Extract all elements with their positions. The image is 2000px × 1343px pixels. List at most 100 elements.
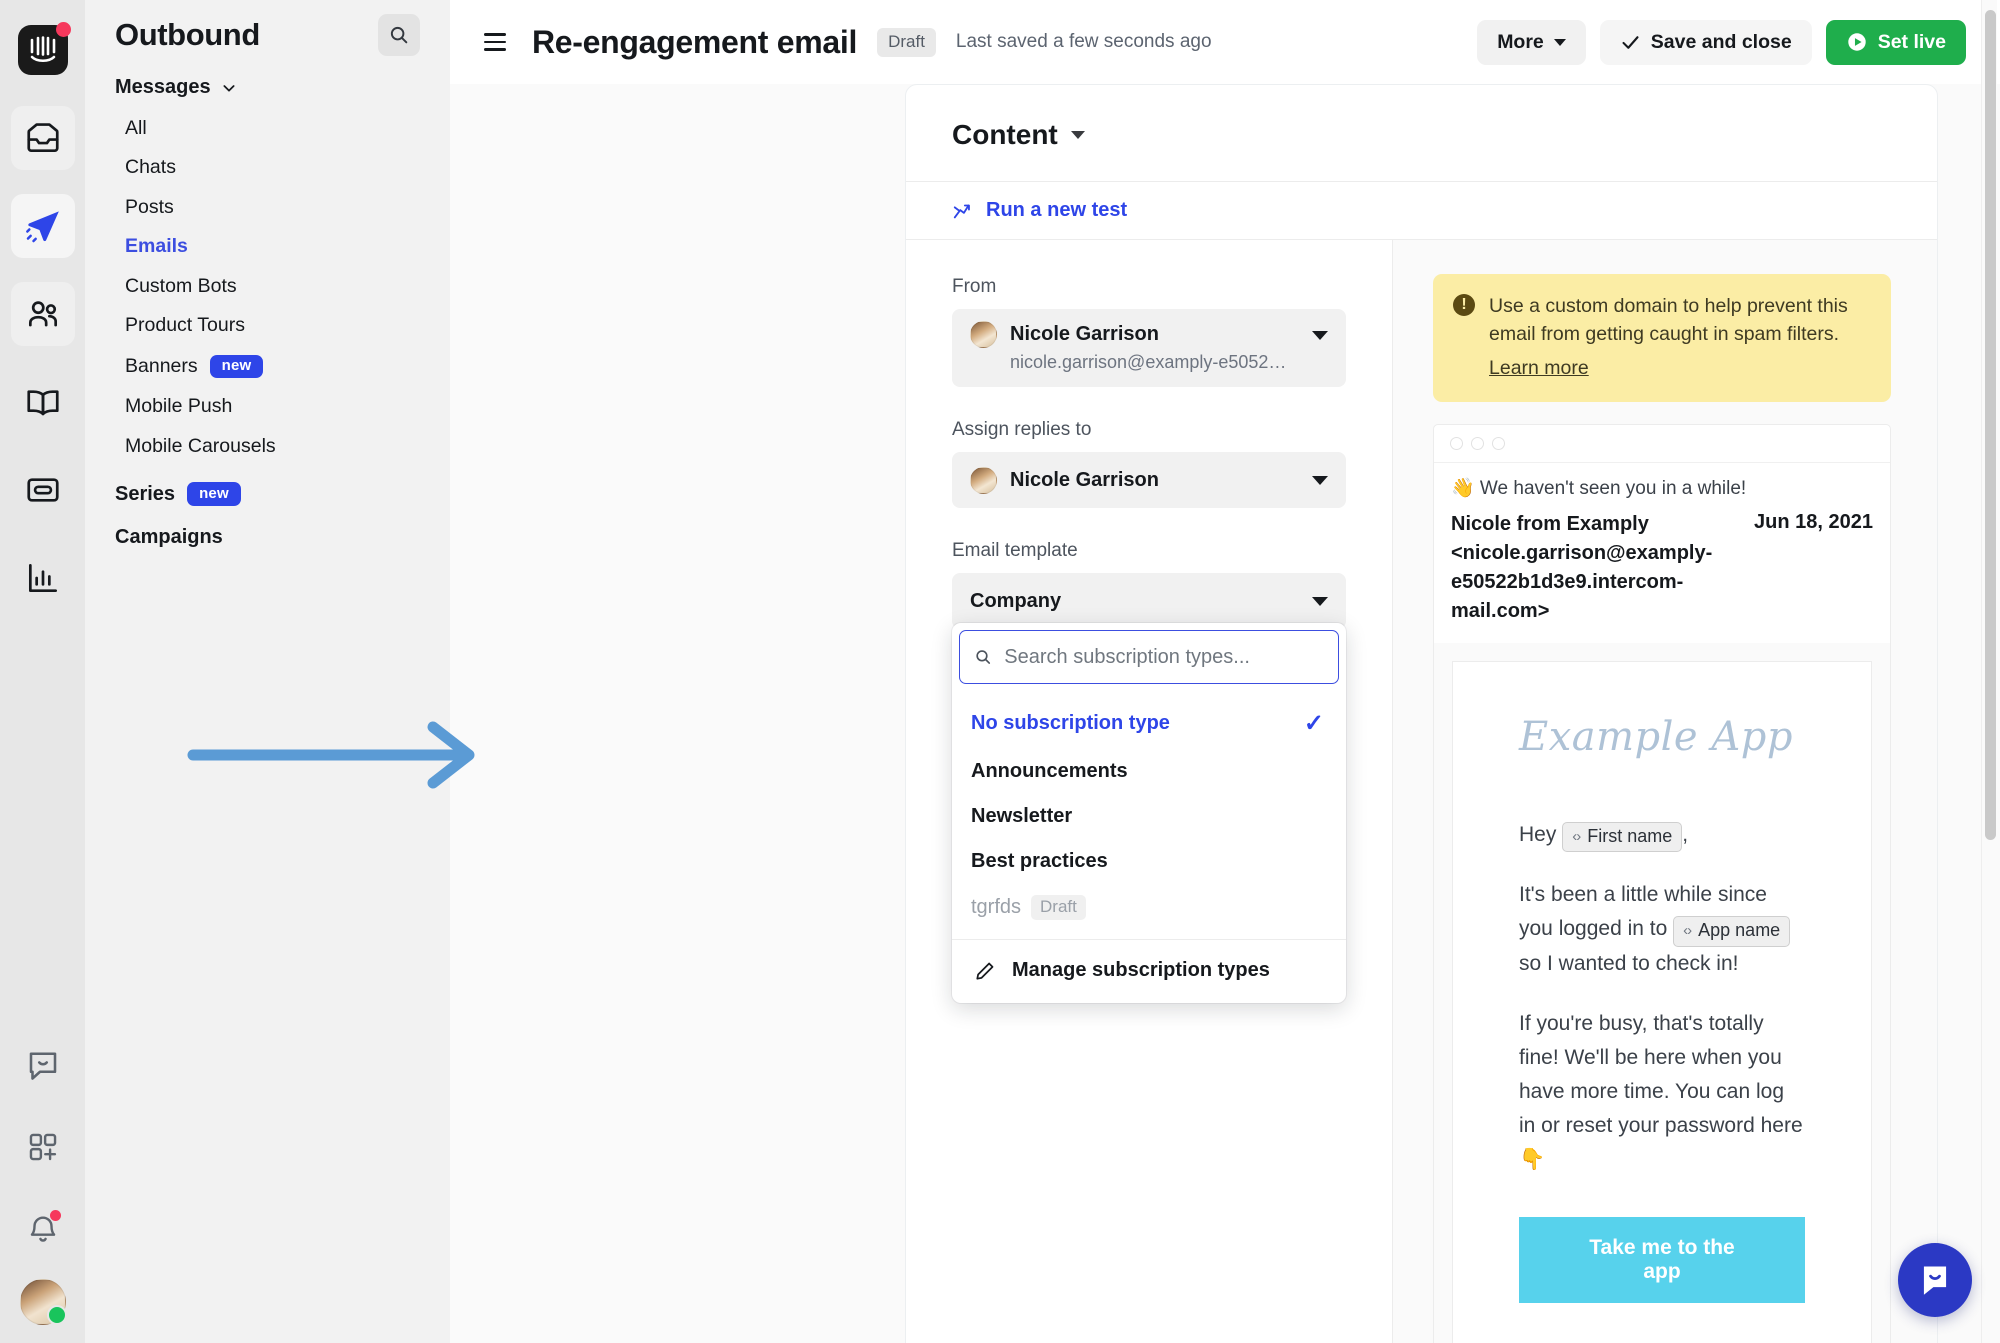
sidebar-item-all[interactable]: All bbox=[85, 109, 450, 148]
ab-test-icon bbox=[953, 204, 970, 218]
rail-item-inbox[interactable] bbox=[10, 106, 75, 170]
sidebar-item-mobile-carousels[interactable]: Mobile Carousels bbox=[85, 427, 450, 466]
sidebar-item-label: Mobile Push bbox=[125, 395, 233, 418]
rail-item-apps[interactable] bbox=[11, 1115, 75, 1179]
dropdown-option-label: tgrfds bbox=[971, 896, 1022, 918]
more-button-label: More bbox=[1497, 30, 1544, 53]
window-dot bbox=[1492, 436, 1505, 450]
logo-notification-dot bbox=[55, 22, 71, 37]
subscription-search-input[interactable] bbox=[1004, 645, 1324, 669]
take-me-to-the-app-button[interactable]: Take me to the app bbox=[1519, 1216, 1805, 1303]
chevron-down-icon bbox=[1553, 38, 1566, 46]
email-header: 👋 We haven't seen you in a while! Nicole… bbox=[1434, 463, 1890, 643]
intercom-logo[interactable] bbox=[11, 18, 75, 82]
chevron-down-icon bbox=[1312, 331, 1328, 340]
set-live-button[interactable]: Set live bbox=[1825, 19, 1966, 65]
rail-item-articles[interactable] bbox=[11, 370, 75, 434]
from-value: Nicole Garrison bbox=[1010, 323, 1159, 345]
app-rail bbox=[0, 0, 85, 1343]
sidebar: Outbound Messages All Chats Posts Emails… bbox=[85, 0, 450, 1343]
dropdown-option-best-practices[interactable]: Best practices bbox=[952, 839, 1346, 884]
rail-item-outbound[interactable] bbox=[10, 194, 75, 258]
sidebar-section-label: Campaigns bbox=[115, 526, 223, 548]
code-icon: ‹› bbox=[1572, 827, 1581, 845]
outbound-messages-icon bbox=[26, 478, 59, 502]
dropdown-option-tgrfds[interactable]: tgrfds Draft bbox=[952, 884, 1346, 931]
dropdown-option-no-subscription-type[interactable]: No subscription type ✓ bbox=[952, 698, 1346, 749]
chevron-down-icon bbox=[1312, 475, 1328, 485]
content-section-toggle[interactable]: Content bbox=[952, 119, 1085, 151]
sidebar-item-custom-bots[interactable]: Custom Bots bbox=[85, 267, 450, 306]
page-scrollbar-thumb[interactable] bbox=[1985, 10, 1996, 840]
subscription-search-box[interactable] bbox=[959, 630, 1339, 684]
merge-token-app-name[interactable]: ‹› App name bbox=[1673, 916, 1791, 947]
hamburger-icon[interactable] bbox=[484, 33, 506, 51]
content-section-title: Content bbox=[952, 119, 1058, 150]
rail-item-notifications[interactable] bbox=[11, 1197, 75, 1261]
sidebar-search-button[interactable] bbox=[378, 14, 420, 56]
dropdown-option-newsletter[interactable]: Newsletter bbox=[952, 794, 1346, 839]
preview-window-chrome bbox=[1434, 425, 1890, 463]
run-new-test-link[interactable]: Run a new test bbox=[952, 199, 1127, 222]
sidebar-item-product-tours[interactable]: Product Tours bbox=[85, 306, 450, 345]
from-field: From Nicole Garrison nicole.garrison@exa… bbox=[952, 276, 1346, 387]
from-label: From bbox=[952, 276, 997, 297]
dropdown-option-label: Announcements bbox=[971, 760, 1128, 782]
sidebar-group-label: Messages bbox=[115, 76, 211, 98]
check-icon: ✓ bbox=[1303, 710, 1324, 737]
email-template-value: Company bbox=[970, 589, 1062, 612]
avatar bbox=[970, 321, 997, 348]
preview-column: ! Use a custom domain to help prevent th… bbox=[1393, 240, 1937, 1343]
intercom-launcher-button[interactable] bbox=[1898, 1243, 1972, 1317]
intercom-logo-mark bbox=[17, 22, 71, 75]
draft-badge: Draft bbox=[1031, 895, 1086, 920]
avatar bbox=[970, 466, 997, 494]
assign-replies-value: Nicole Garrison bbox=[1010, 468, 1159, 491]
app-rail-bottom bbox=[11, 1033, 75, 1343]
manage-subscription-types-button[interactable]: Manage subscription types bbox=[952, 940, 1346, 1003]
subscription-options-list: No subscription type ✓ Announcements New… bbox=[952, 690, 1346, 939]
email-greeting: Hey ‹› First name , bbox=[1519, 818, 1805, 853]
user-avatar[interactable] bbox=[19, 1279, 67, 1325]
rail-item-reports[interactable] bbox=[11, 546, 75, 610]
sidebar-item-mobile-push[interactable]: Mobile Push bbox=[85, 387, 450, 426]
sidebar-title: Outbound bbox=[115, 17, 260, 52]
inbox-icon bbox=[26, 123, 59, 153]
warning-icon: ! bbox=[1453, 294, 1475, 316]
articles-icon bbox=[26, 390, 59, 416]
sidebar-item-label: Emails bbox=[125, 235, 188, 258]
chevron-down-icon bbox=[223, 84, 235, 92]
topbar-actions: More Save and close Set live bbox=[1477, 19, 1966, 65]
dropdown-option-label: Newsletter bbox=[971, 805, 1073, 827]
assign-replies-select[interactable]: Nicole Garrison bbox=[952, 452, 1346, 508]
save-and-close-button[interactable]: Save and close bbox=[1599, 19, 1812, 65]
dropdown-option-announcements[interactable]: Announcements bbox=[952, 749, 1346, 794]
spam-warning-banner: ! Use a custom domain to help prevent th… bbox=[1433, 274, 1891, 402]
sidebar-group-messages[interactable]: Messages bbox=[85, 64, 450, 109]
sidebar-section-campaigns[interactable]: Campaigns bbox=[85, 510, 450, 553]
code-icon: ‹› bbox=[1683, 922, 1692, 940]
more-button[interactable]: More bbox=[1477, 19, 1586, 65]
sidebar-section-series[interactable]: Series new bbox=[85, 466, 450, 510]
email-template-select[interactable]: Company bbox=[952, 573, 1346, 629]
rail-item-messenger[interactable] bbox=[11, 1033, 75, 1097]
rail-item-outbound-messages[interactable] bbox=[11, 458, 75, 522]
chevron-down-icon bbox=[1070, 131, 1085, 139]
email-canvas: Example App Hey ‹› First name , It's bee… bbox=[1434, 642, 1890, 1343]
app-rail-top bbox=[10, 0, 75, 634]
learn-more-link[interactable]: Learn more bbox=[1489, 354, 1589, 382]
email-body-sheet: Example App Hey ‹› First name , It's bee… bbox=[1452, 660, 1872, 1343]
sidebar-item-label: Mobile Carousels bbox=[125, 434, 276, 457]
content-card-subbar: Run a new test bbox=[906, 182, 1937, 240]
topbar: Re-engagement email Draft Last saved a f… bbox=[450, 0, 2000, 84]
from-select[interactable]: Nicole Garrison nicole.garrison@examply-… bbox=[952, 309, 1346, 387]
email-date: Jun 18, 2021 bbox=[1754, 510, 1873, 533]
sidebar-item-posts[interactable]: Posts bbox=[85, 188, 450, 227]
sidebar-item-label: Product Tours bbox=[125, 314, 245, 337]
sidebar-item-banners[interactable]: Banners new bbox=[85, 346, 450, 388]
sidebar-item-chats[interactable]: Chats bbox=[85, 148, 450, 187]
sidebar-item-emails[interactable]: Emails bbox=[85, 227, 450, 266]
rail-item-contacts[interactable] bbox=[10, 282, 75, 346]
new-badge: new bbox=[209, 354, 264, 379]
merge-token-first-name[interactable]: ‹› First name bbox=[1562, 821, 1683, 853]
